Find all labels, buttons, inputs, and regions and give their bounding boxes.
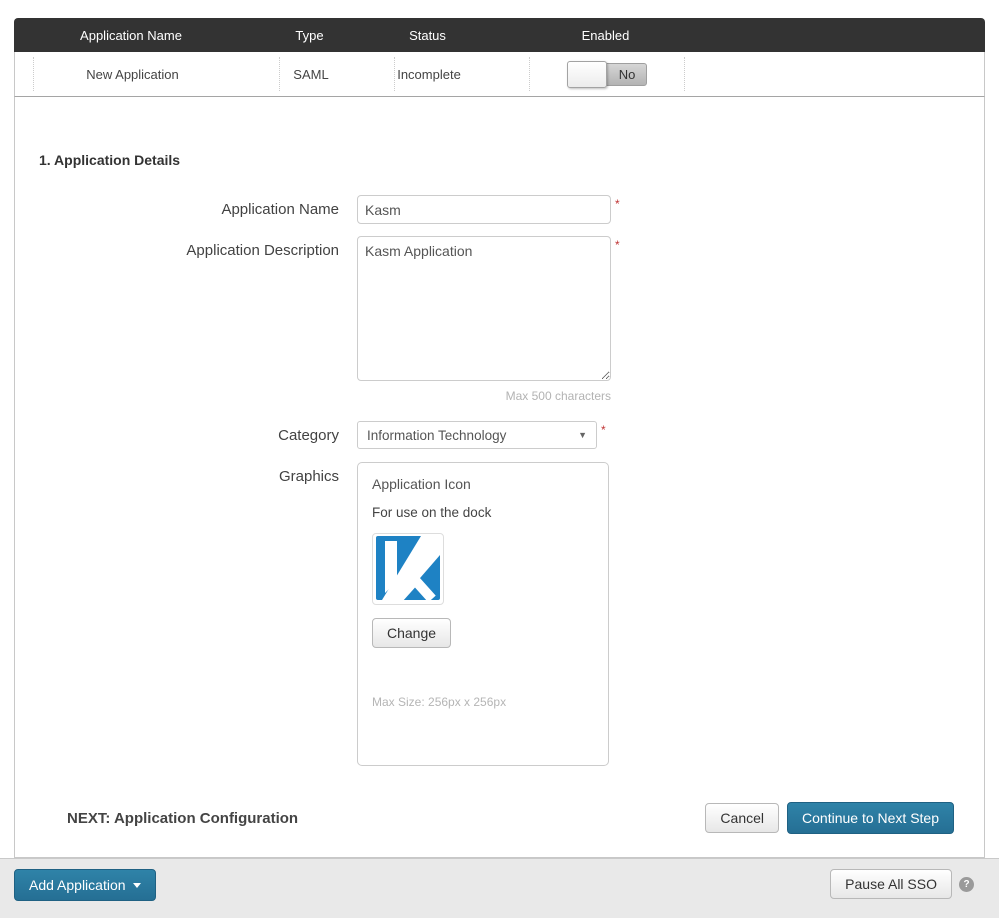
application-description-textarea[interactable]: Kasm Application xyxy=(357,236,611,381)
application-description-label: Application Description xyxy=(15,236,339,259)
application-name-label: Application Name xyxy=(15,201,339,218)
application-details-form: 1. Application Details Application Name … xyxy=(14,97,985,858)
column-header-type: Type xyxy=(278,28,393,43)
cancel-button[interactable]: Cancel xyxy=(705,803,779,833)
enabled-toggle[interactable]: No xyxy=(567,61,647,88)
graphics-row: Graphics Application Icon For use on the… xyxy=(15,462,984,766)
caret-down-icon xyxy=(133,883,141,888)
graphics-label: Graphics xyxy=(15,462,339,485)
page-footer: Add Application Pause All SSO ? xyxy=(0,858,999,918)
row-filler xyxy=(684,57,984,91)
application-icon-subtitle: For use on the dock xyxy=(372,505,594,520)
row-application-name: New Application xyxy=(33,57,279,91)
column-header-application-name: Application Name xyxy=(32,28,278,43)
max-size-hint: Max Size: 256px x 256px xyxy=(372,695,594,709)
required-asterisk: * xyxy=(601,421,606,437)
row-spacer xyxy=(15,57,33,91)
section-title: 1. Application Details xyxy=(39,152,984,168)
category-select[interactable]: Information Technology ▼ xyxy=(357,421,597,449)
kasm-logo-icon xyxy=(376,536,440,603)
row-enabled-cell: No xyxy=(529,57,684,91)
row-type: SAML xyxy=(279,57,394,91)
application-card: Application Name Type Status Enabled New… xyxy=(14,18,985,858)
category-label: Category xyxy=(15,427,339,444)
max-characters-hint: Max 500 characters xyxy=(357,389,611,403)
application-icon-title: Application Icon xyxy=(372,476,594,492)
pause-all-sso-button[interactable]: Pause All SSO xyxy=(830,869,952,899)
application-description-row: Application Description Kasm Application… xyxy=(15,236,984,403)
change-icon-button[interactable]: Change xyxy=(372,618,451,648)
row-status: Incomplete xyxy=(394,57,529,91)
required-asterisk: * xyxy=(615,195,620,211)
application-name-input[interactable] xyxy=(357,195,611,224)
required-asterisk: * xyxy=(615,236,620,252)
category-selected-value: Information Technology xyxy=(367,428,506,443)
toggle-knob[interactable] xyxy=(567,61,607,88)
add-application-button[interactable]: Add Application xyxy=(14,869,156,901)
application-name-row: Application Name * xyxy=(15,195,984,224)
table-header: Application Name Type Status Enabled xyxy=(14,18,985,52)
dropdown-arrow-icon: ▼ xyxy=(578,430,587,440)
graphics-box: Application Icon For use on the dock xyxy=(357,462,609,766)
table-row: New Application SAML Incomplete No xyxy=(14,52,985,97)
toggle-state-label: No xyxy=(607,61,647,88)
column-header-status: Status xyxy=(393,28,528,43)
continue-button[interactable]: Continue to Next Step xyxy=(787,802,954,834)
column-header-enabled: Enabled xyxy=(528,28,683,43)
next-step-hint: NEXT: Application Configuration xyxy=(67,810,298,827)
form-actions: NEXT: Application Configuration Cancel C… xyxy=(15,802,984,834)
application-icon-preview xyxy=(372,533,444,605)
help-icon[interactable]: ? xyxy=(959,877,974,892)
add-application-label: Add Application xyxy=(29,877,126,893)
category-row: Category Information Technology ▼ * xyxy=(15,421,984,449)
